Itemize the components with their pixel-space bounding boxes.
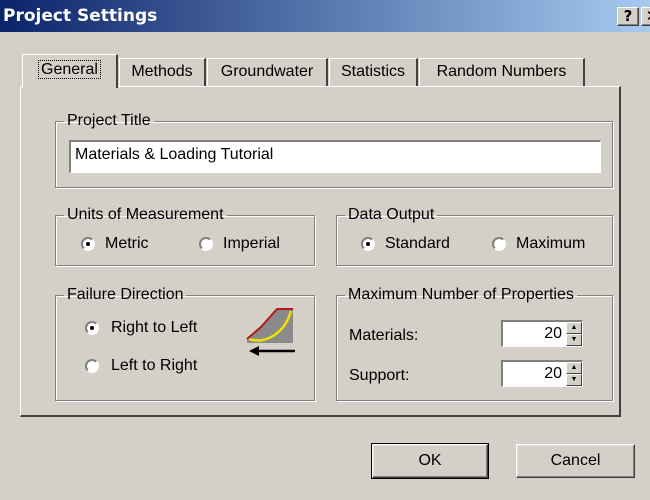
standard-label[interactable]: Standard (385, 235, 450, 253)
window-title: Project Settings (3, 6, 158, 26)
ok-button[interactable]: OK (371, 443, 489, 479)
cancel-button[interactable]: Cancel (516, 444, 635, 478)
max-properties-legend: Maximum Number of Properties (348, 286, 574, 303)
maximum-radio[interactable] (492, 237, 506, 251)
tab-random-numbers[interactable]: Random Numbers (419, 58, 585, 86)
metric-label[interactable]: Metric (105, 235, 149, 253)
materials-down-icon[interactable]: ▼ (566, 334, 582, 346)
left-to-right-label[interactable]: Left to Right (111, 357, 197, 375)
general-tab-panel: Project Title Materials & Loading Tutori… (20, 86, 621, 417)
data-output-legend: Data Output (348, 206, 435, 223)
project-title-input[interactable]: Materials & Loading Tutorial (69, 140, 601, 173)
failure-direction-legend: Failure Direction (67, 286, 184, 303)
help-button[interactable]: ? (617, 7, 639, 26)
title-bar: Project Settings ? ✕ (0, 0, 650, 32)
tab-general[interactable]: General (22, 54, 118, 88)
materials-label: Materials: (349, 327, 419, 344)
maximum-label[interactable]: Maximum (516, 235, 585, 253)
slope-failure-icon (246, 308, 295, 356)
support-stepper[interactable]: 20 ▲ ▼ (501, 360, 583, 387)
standard-radio[interactable] (361, 237, 375, 251)
materials-up-icon[interactable]: ▲ (566, 322, 582, 334)
imperial-radio[interactable] (199, 237, 213, 251)
metric-radio[interactable] (81, 237, 95, 251)
support-value: 20 (544, 365, 562, 382)
support-down-icon[interactable]: ▼ (566, 374, 582, 386)
imperial-label[interactable]: Imperial (223, 235, 280, 253)
units-legend: Units of Measurement (67, 206, 224, 223)
close-button[interactable]: ✕ (641, 7, 650, 26)
left-to-right-radio[interactable] (85, 359, 99, 373)
right-to-left-label[interactable]: Right to Left (111, 319, 197, 337)
tab-statistics[interactable]: Statistics (329, 58, 418, 86)
right-to-left-radio[interactable] (85, 321, 99, 335)
materials-stepper[interactable]: 20 ▲ ▼ (501, 320, 583, 347)
tab-methods[interactable]: Methods (119, 58, 206, 86)
support-label: Support: (349, 367, 410, 384)
tab-groundwater[interactable]: Groundwater (207, 58, 328, 86)
project-title-legend: Project Title (67, 112, 151, 129)
support-up-icon[interactable]: ▲ (566, 362, 582, 374)
materials-value: 20 (544, 325, 562, 342)
